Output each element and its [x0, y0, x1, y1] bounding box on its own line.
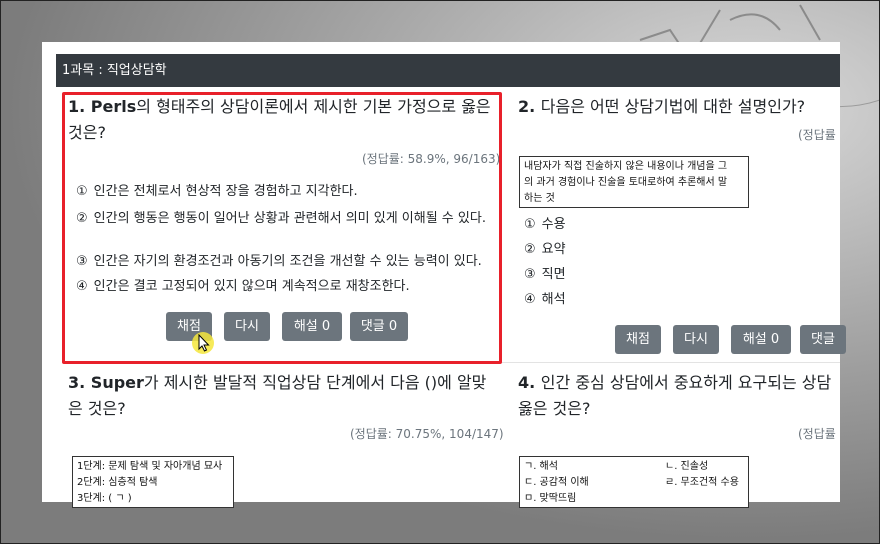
question-1-option-4[interactable]: ④ 인간은 결코 고정되어 있지 않으며 계속적으로 재창조한다. — [76, 275, 410, 294]
question-2-option-4[interactable]: ④ 해석 — [524, 288, 566, 307]
question-4-passage-box: ㄱ. 해석 ㄷ. 공감적 이해 ㅁ. 맞딱뜨림 ㄴ. 진솔성 ㄹ. 무조건적 수… — [519, 456, 749, 508]
q2-grade-button[interactable]: 채점 — [615, 325, 661, 354]
question-1: 1. Perls의 형태주의 상담이론에서 제시한 기본 가정으로 옳은 것은? — [68, 94, 498, 146]
mouse-pointer-icon — [198, 334, 210, 352]
question-2-option-3[interactable]: ③ 직면 — [524, 263, 566, 282]
explanation-button[interactable]: 해설 0 — [282, 312, 342, 341]
question-1-option-1[interactable]: ① 인간은 전체로서 현상적 장을 경험하고 지각한다. — [76, 180, 358, 199]
question-3-correct-rate: (정답률: 70.75%, 104/147) — [350, 427, 504, 441]
q2-retry-button[interactable]: 다시 — [673, 325, 719, 354]
question-4-title: 4. 인간 중심 상담에서 중요하게 요구되는 상담 옳은 것은? — [518, 373, 832, 418]
question-4: 4. 인간 중심 상담에서 중요하게 요구되는 상담 옳은 것은? — [518, 370, 848, 422]
question-2-passage-box: 내담자가 직접 진술하지 않은 내용이나 개념을 그 의 과거 경험이나 진술을… — [519, 156, 749, 208]
q2-comment-button[interactable]: 댓글 — [800, 325, 846, 354]
question-2-option-2[interactable]: ② 요약 — [524, 238, 566, 257]
question-2-correct-rate: (정답률 — [798, 128, 836, 142]
question-1-title: 1. Perls의 형태주의 상담이론에서 제시한 기본 가정으로 옳은 것은? — [68, 97, 491, 142]
question-1-option-3[interactable]: ③ 인간은 자기의 환경조건과 아동기의 조건을 개선할 수 있는 능력이 있다. — [76, 250, 482, 269]
question-4-correct-rate: (정답률 — [798, 427, 836, 441]
question-1-correct-rate: (정답률: 58.9%, 96/163) — [362, 152, 501, 166]
comment-button[interactable]: 댓글 0 — [350, 312, 408, 341]
retry-button[interactable]: 다시 — [224, 312, 270, 341]
row-divider — [62, 362, 840, 363]
subject-header: 1과목 : 직업상담학 — [56, 54, 840, 87]
question-3-passage-box: 1단계: 문제 탐색 및 자아개념 묘사 2단계: 심층적 탐색 3단계: ( … — [72, 456, 234, 508]
question-3: 3. Super가 제시한 발달적 직업상담 단계에서 다음 ()에 알맞 은 … — [68, 370, 498, 422]
q2-explanation-button[interactable]: 해설 0 — [731, 325, 791, 354]
question-2-option-1[interactable]: ① 수용 — [524, 213, 566, 232]
question-3-title: 3. Super가 제시한 발달적 직업상담 단계에서 다음 ()에 알맞 은 … — [68, 373, 487, 418]
question-1-option-2[interactable]: ② 인간의 행동은 행동이 일어난 상황과 관련해서 의미 있게 이해될 수 있다… — [76, 207, 486, 226]
question-2-title: 2. 다음은 어떤 상담기법에 대한 설명인가? — [518, 97, 806, 116]
question-2: 2. 다음은 어떤 상담기법에 대한 설명인가? — [518, 94, 848, 120]
